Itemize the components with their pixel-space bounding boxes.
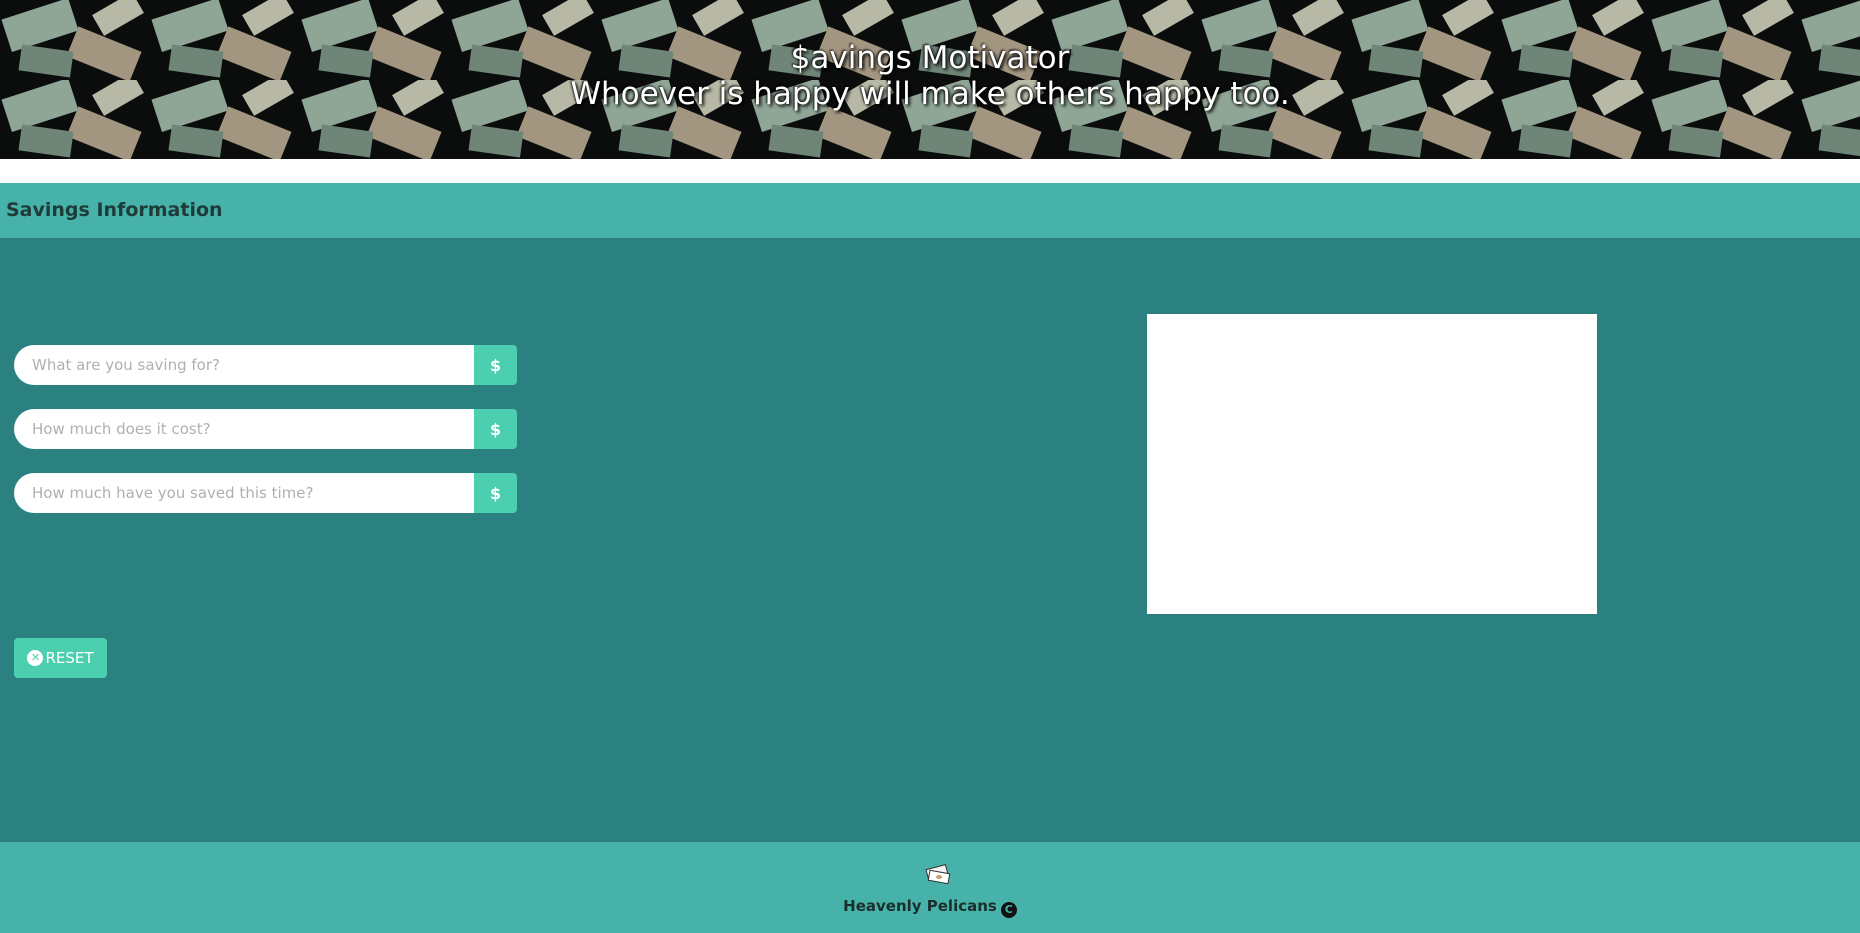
- money-stack-icon: [925, 864, 951, 884]
- savings-panel: $ $ $ ✕ RESET: [0, 238, 1860, 842]
- header-banner: $avings Motivator Whoever is happy will …: [0, 0, 1860, 159]
- saved-amount-input[interactable]: [14, 473, 474, 513]
- reset-label: RESET: [45, 649, 94, 667]
- saving-goal-input[interactable]: [14, 345, 474, 385]
- dollar-icon: $: [474, 473, 517, 513]
- app-subtitle: Whoever is happy will make others happy …: [570, 76, 1290, 112]
- saving-goal-group: $: [14, 345, 517, 385]
- cost-group: $: [14, 409, 517, 449]
- dollar-icon: $: [474, 345, 517, 385]
- footer-brand: Heavenly Pelicans: [843, 897, 997, 915]
- savings-chart-area: [1147, 314, 1597, 614]
- copyright-icon: C: [1000, 902, 1017, 918]
- saved-amount-group: $: [14, 473, 517, 513]
- dollar-icon: $: [474, 409, 517, 449]
- reset-button[interactable]: ✕ RESET: [14, 638, 107, 678]
- app-title: $avings Motivator: [790, 40, 1070, 76]
- cost-input[interactable]: [14, 409, 474, 449]
- footer-credit: Heavenly Pelicans C: [0, 897, 1860, 918]
- banner-text: $avings Motivator Whoever is happy will …: [0, 40, 1860, 112]
- footer: Heavenly Pelicans C: [0, 842, 1860, 933]
- close-circle-icon: ✕: [27, 650, 44, 666]
- section-title: Savings Information: [0, 183, 1860, 238]
